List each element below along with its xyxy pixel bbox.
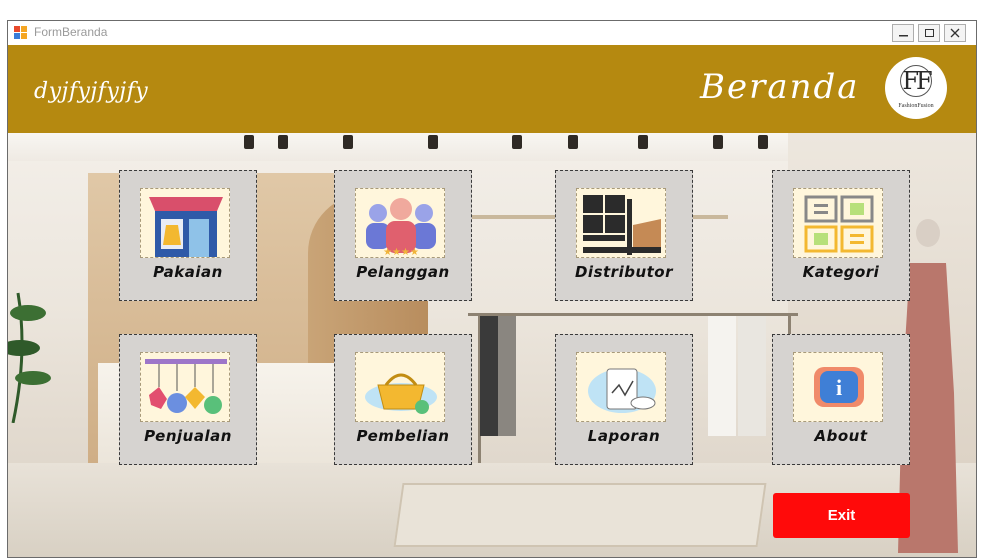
menu-tile-laporan[interactable]: Laporan bbox=[555, 334, 693, 465]
forklift-boxes-icon bbox=[576, 188, 666, 258]
menu-label-pelanggan: Pelanggan bbox=[356, 263, 450, 281]
menu-tile-distributor[interactable]: Distributor bbox=[555, 170, 693, 301]
svg-text:i: i bbox=[836, 375, 842, 400]
close-button[interactable] bbox=[944, 24, 966, 42]
menu-label-kategori: Kategori bbox=[802, 263, 880, 281]
form-window: FormBeranda dyjfyjfyjfy Beranda FF Fashi… bbox=[7, 20, 977, 558]
shopping-basket-icon bbox=[355, 352, 445, 422]
info-icon: i bbox=[793, 352, 883, 422]
header-bar: dyjfyjfyjfy Beranda FF FashionFusion bbox=[8, 45, 976, 133]
maximize-icon bbox=[925, 29, 934, 37]
exit-button[interactable]: Exit bbox=[773, 493, 910, 538]
menu-label-distributor: Distributor bbox=[574, 263, 674, 281]
logo-text: FashionFusion bbox=[898, 103, 934, 109]
menu-tile-pelanggan[interactable]: ★★★★ Pelanggan bbox=[334, 170, 472, 301]
window-title: FormBeranda bbox=[34, 25, 108, 39]
minimize-button[interactable] bbox=[892, 24, 914, 42]
menu-tile-kategori[interactable]: Kategori bbox=[772, 170, 910, 301]
logo-mark: FF bbox=[902, 67, 932, 95]
menu-label-penjualan: Penjualan bbox=[144, 427, 232, 445]
header-subtitle: dyjfyjfyjfy bbox=[34, 79, 149, 104]
menu-tile-penjualan[interactable]: Penjualan bbox=[119, 334, 257, 465]
sale-tags-icon bbox=[140, 352, 230, 422]
svg-text:★★★★: ★★★★ bbox=[383, 247, 419, 258]
clothing-store-icon bbox=[140, 188, 230, 258]
menu-label-pembelian: Pembelian bbox=[356, 427, 450, 445]
maximize-button[interactable] bbox=[918, 24, 940, 42]
page-title: Beranda bbox=[700, 67, 860, 107]
fashionfusion-logo: FF FashionFusion bbox=[885, 57, 947, 119]
menu-tile-pakaian[interactable]: Pakaian bbox=[119, 170, 257, 301]
app-icon bbox=[14, 26, 28, 40]
category-grid-icon bbox=[793, 188, 883, 258]
minimize-icon bbox=[899, 35, 908, 37]
plant-decoration bbox=[8, 292, 51, 423]
menu-label-about: About bbox=[814, 427, 868, 445]
menu-tile-pembelian[interactable]: Pembelian bbox=[334, 334, 472, 465]
menu-label-pakaian: Pakaian bbox=[153, 263, 223, 281]
menu-label-laporan: Laporan bbox=[587, 427, 661, 445]
title-bar[interactable]: FormBeranda bbox=[8, 21, 976, 46]
customers-icon: ★★★★ bbox=[355, 188, 445, 258]
menu-tile-about[interactable]: i About bbox=[772, 334, 910, 465]
close-icon bbox=[950, 28, 960, 38]
report-chart-icon bbox=[576, 352, 666, 422]
